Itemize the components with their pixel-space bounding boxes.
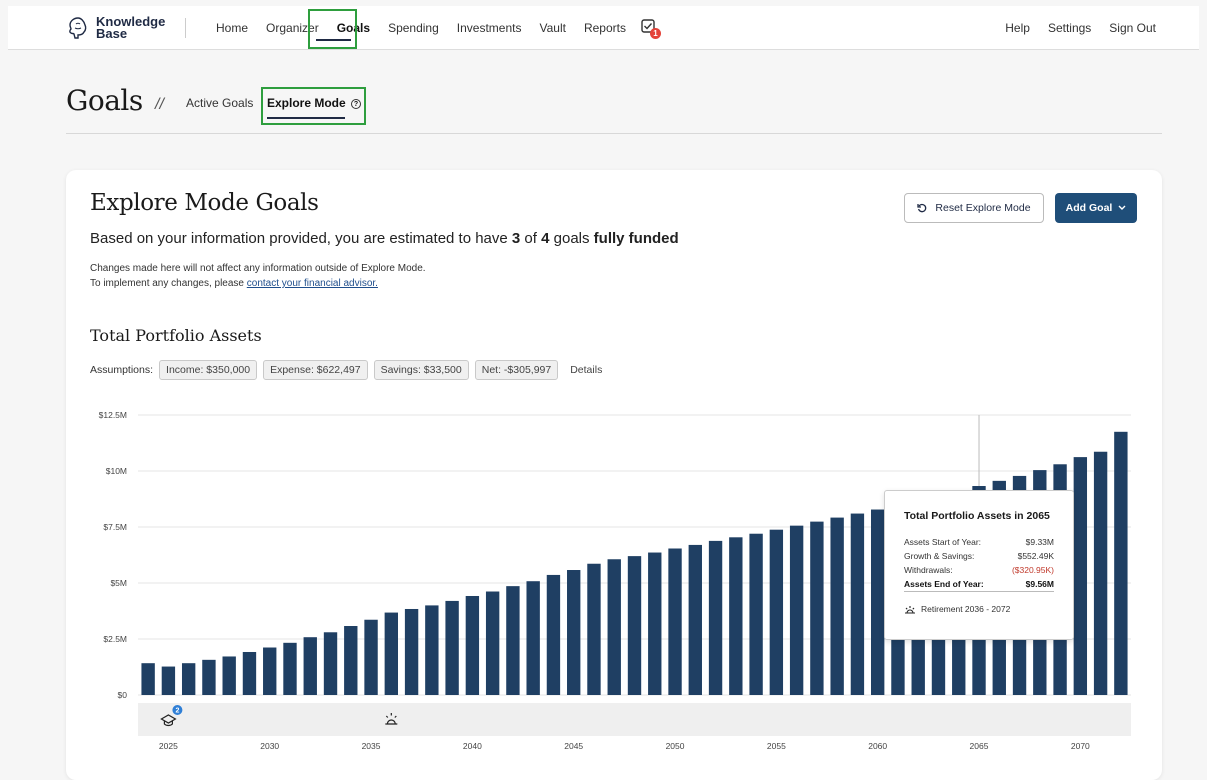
chart-bar[interactable] <box>1073 457 1088 695</box>
tooltip-row-start: Assets Start of Year: $9.33M <box>904 537 1054 547</box>
tooltip-start-label: Assets Start of Year: <box>904 537 982 547</box>
x-tick-label: 2070 <box>1071 741 1090 751</box>
x-tick-label: 2050 <box>666 741 685 751</box>
y-tick-label: $2.5M <box>103 634 127 644</box>
chart-bar[interactable] <box>283 642 297 695</box>
chart-bar[interactable] <box>202 659 216 695</box>
chart-bar[interactable] <box>506 586 520 695</box>
x-tick-label: 2055 <box>767 741 786 751</box>
chart-bar[interactable] <box>485 591 500 695</box>
x-tick-label: 2060 <box>868 741 887 751</box>
milestone-count-text: 2 <box>175 708 179 715</box>
chart-bar[interactable] <box>465 595 480 695</box>
chart-bar[interactable] <box>445 600 459 695</box>
tooltip-retirement-text: Retirement 2036 - 2072 <box>921 604 1011 614</box>
tooltip-row-end: Assets End of Year: $9.56M <box>904 579 1054 589</box>
chart-bar[interactable] <box>769 529 784 695</box>
chart-bar[interactable] <box>344 626 358 695</box>
chart-bar[interactable] <box>688 544 702 695</box>
tooltip-start-value: $9.33M <box>1025 537 1054 547</box>
chart-bar[interactable] <box>364 619 378 695</box>
tooltip-growth-value: $552.49K <box>1017 551 1054 561</box>
chart-bar[interactable] <box>263 647 277 695</box>
chart-bar[interactable] <box>587 563 601 695</box>
tooltip-row-growth: Growth & Savings: $552.49K <box>904 551 1054 561</box>
chart-bar[interactable] <box>810 521 824 695</box>
x-tick-label: 2030 <box>260 741 279 751</box>
tooltip-end-value: $9.56M <box>1025 579 1054 589</box>
chart-bar[interactable] <box>384 612 399 695</box>
x-tick-label: 2065 <box>970 741 989 751</box>
tooltip-title: Total Portfolio Assets in 2065 <box>904 510 1050 522</box>
y-tick-label: $5M <box>110 578 127 588</box>
chart-bar[interactable] <box>323 632 338 695</box>
portfolio-assets-chart[interactable]: $0 $2.5M $5M $7.5M $10M $12.5M 2 2025 2030 2035 20… <box>0 0 1207 764</box>
chart-bar[interactable] <box>303 637 317 695</box>
y-tick-label: $7.5M <box>103 522 127 532</box>
tooltip-withdrawals-value: ($320.95K) <box>1011 565 1054 575</box>
tooltip-divider <box>904 591 1054 592</box>
tooltip-footer: Retirement 2036 - 2072 <box>904 604 1010 614</box>
chart-bar[interactable] <box>789 525 804 695</box>
chart-bar[interactable] <box>404 608 419 695</box>
chart-bar[interactable] <box>668 548 682 695</box>
chart-bar[interactable] <box>161 666 176 695</box>
tooltip-end-label: Assets End of Year: <box>904 579 984 589</box>
sunrise-icon <box>905 605 915 614</box>
chart-bar[interactable] <box>425 605 439 695</box>
x-tick-label: 2040 <box>463 741 482 751</box>
chart-bar[interactable] <box>222 656 236 695</box>
chart-bar[interactable] <box>870 509 885 695</box>
chart-bar[interactable] <box>526 581 540 695</box>
tooltip-withdrawals-label: Withdrawals: <box>904 565 953 575</box>
y-tick-label: $12.5M <box>99 410 127 420</box>
chart-bar[interactable] <box>648 552 662 695</box>
chart-bar[interactable] <box>708 540 723 695</box>
x-tick-label: 2025 <box>159 741 178 751</box>
chart-bar[interactable] <box>546 574 561 695</box>
chart-tooltip: Total Portfolio Assets in 2065 Assets St… <box>884 490 1074 640</box>
tooltip-row-withdrawals: Withdrawals: ($320.95K) <box>904 565 1054 575</box>
x-tick-label: 2035 <box>362 741 381 751</box>
x-tick-label: 2045 <box>564 741 583 751</box>
chart-bar[interactable] <box>830 517 844 695</box>
chart-bar[interactable] <box>627 556 642 695</box>
chart-bar[interactable] <box>850 513 865 695</box>
tooltip-growth-label: Growth & Savings: <box>904 551 975 561</box>
y-tick-label: $0 <box>118 690 128 700</box>
chart-bar[interactable] <box>141 663 155 695</box>
milestone-band <box>138 703 1131 736</box>
chart-bar[interactable] <box>1114 431 1128 695</box>
chart-bar[interactable] <box>729 537 743 695</box>
y-tick-label: $10M <box>106 466 127 476</box>
chart-bar[interactable] <box>567 570 581 695</box>
chart-bar[interactable] <box>749 533 763 695</box>
chart-bar[interactable] <box>1093 451 1108 695</box>
chart-bar[interactable] <box>607 559 621 695</box>
chart-bar[interactable] <box>181 663 196 695</box>
chart-bar[interactable] <box>242 651 257 695</box>
